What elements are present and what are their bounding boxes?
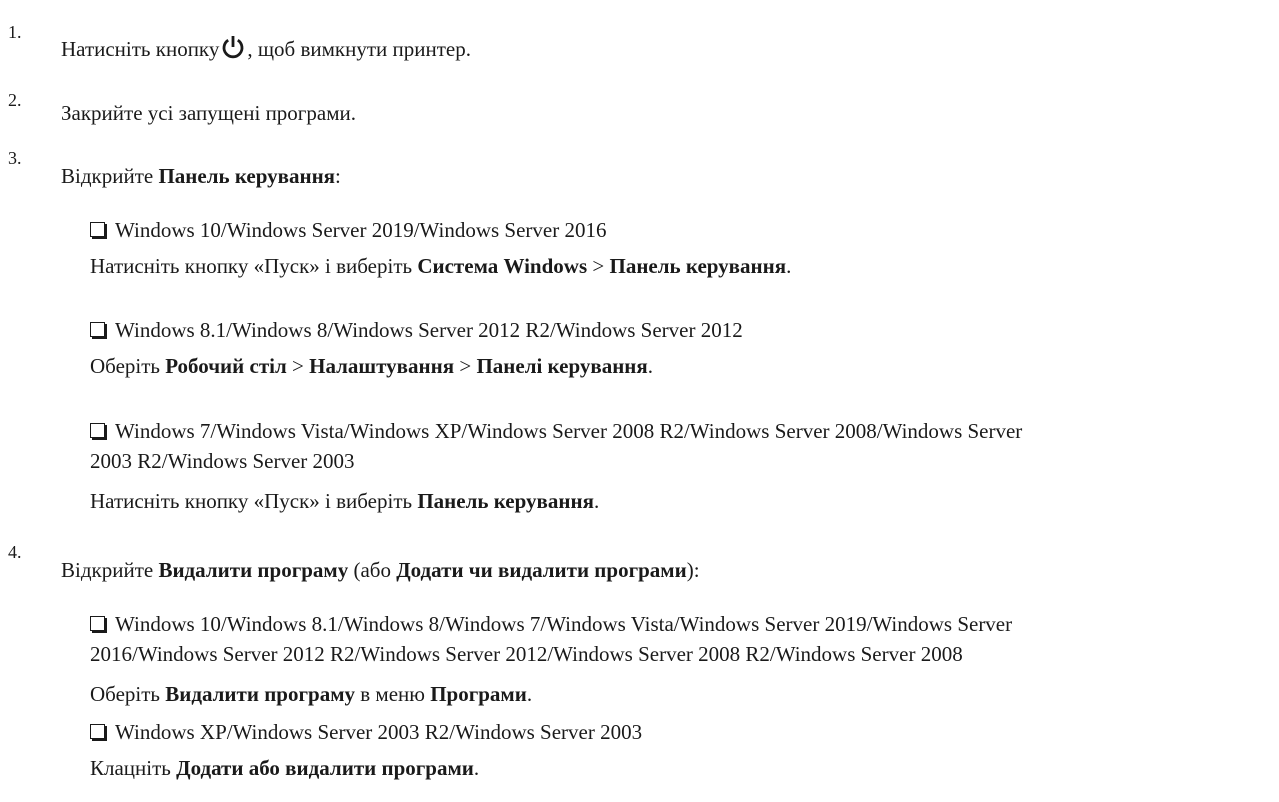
os-label: Windows 10/Windows Server 2019/Windows S… — [115, 218, 607, 242]
step-number: 1. — [8, 22, 22, 42]
os-label: Windows 10/Windows 8.1/Windows 8/Windows… — [90, 612, 1013, 666]
os-label: Windows 7/Windows Vista/Windows XP/Windo… — [90, 419, 1023, 473]
instruction-text: Оберіть Видалити програму в меню Програм… — [90, 682, 533, 706]
instruction-text: Натисніть кнопку «Пуск» і виберіть Систе… — [90, 254, 792, 278]
step-text: Закрийте усі запущені програми. — [61, 101, 357, 125]
instruction-page: 1. Натисніть кнопку, щоб вимкнути принте… — [0, 0, 1279, 802]
step-text: Відкрийте Видалити програму (або Додати … — [61, 558, 700, 582]
step-text: Натисніть кнопку, щоб вимкнути принтер. — [61, 34, 471, 62]
instruction-text: Натисніть кнопку «Пуск» і виберіть Панел… — [90, 489, 600, 513]
instruction-text: Оберіть Робочий стіл > Налаштування > Па… — [90, 354, 654, 378]
step-number: 4. — [8, 542, 22, 562]
step-text: Відкрийте Панель керування: — [61, 164, 341, 188]
step-number: 3. — [8, 148, 22, 168]
step-number: 2. — [8, 90, 22, 110]
power-icon — [222, 36, 244, 59]
os-label: Windows 8.1/Windows 8/Windows Server 201… — [115, 318, 743, 342]
os-label: Windows XP/Windows Server 2003 R2/Window… — [115, 720, 643, 744]
instruction-text: Клацніть Додати або видалити програми. — [90, 756, 480, 780]
